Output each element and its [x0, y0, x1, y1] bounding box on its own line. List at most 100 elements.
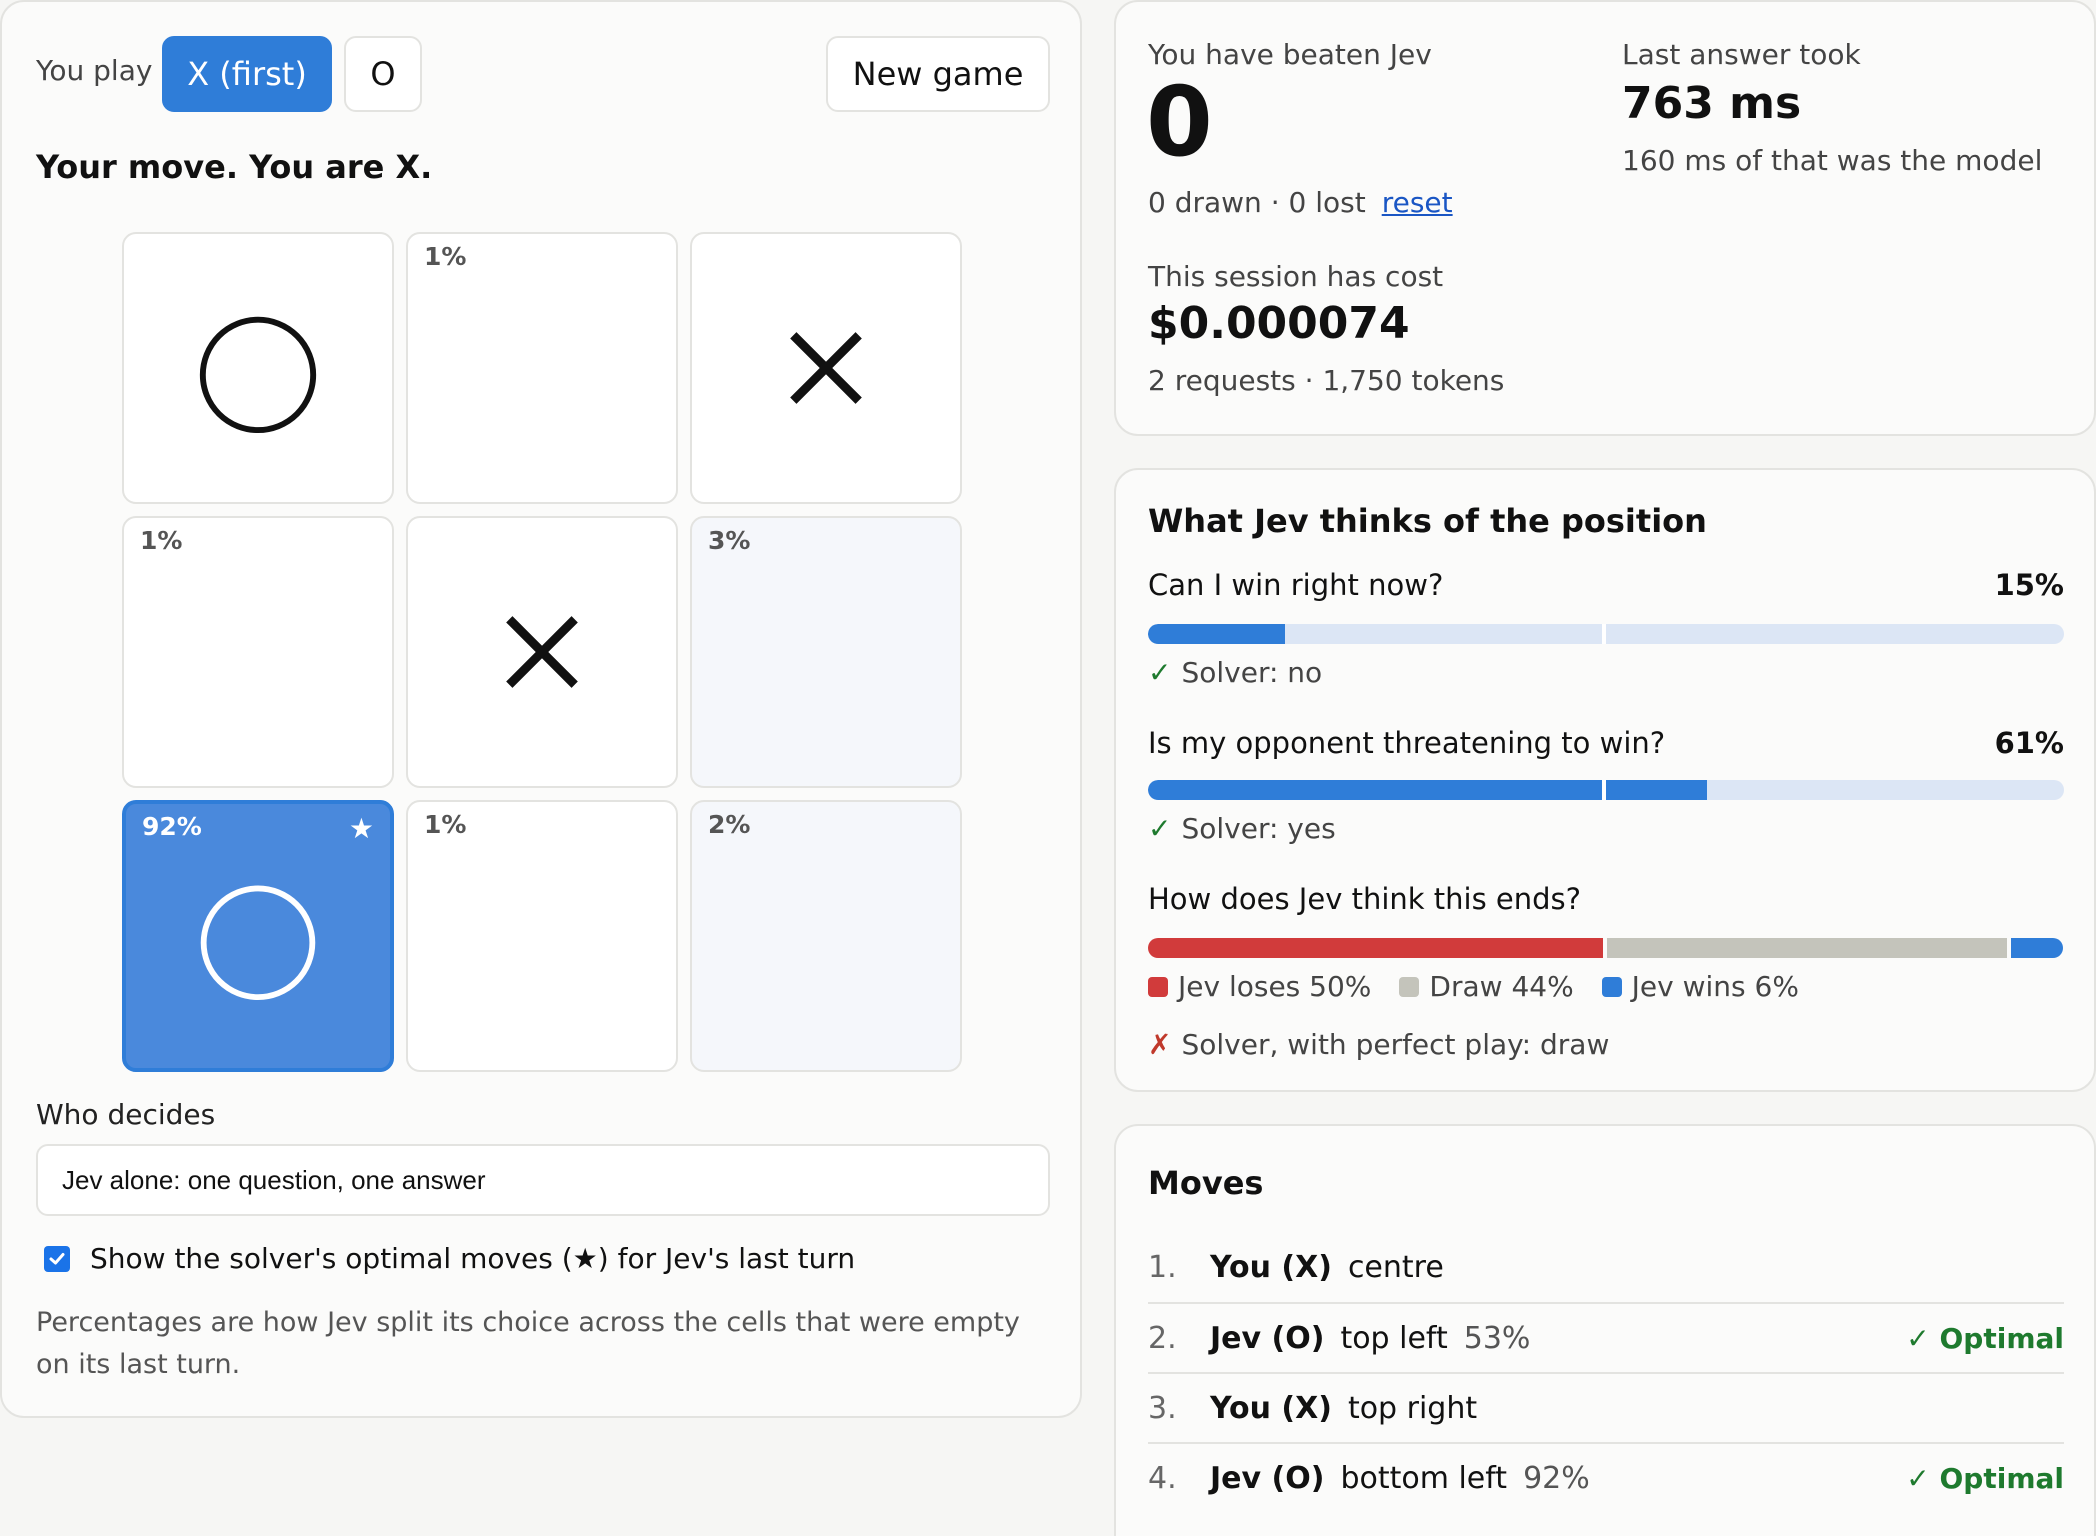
bar-midpoint: [1602, 780, 1606, 800]
cell-top-centre[interactable]: 1%: [406, 232, 678, 504]
move-percent: 92%: [1523, 1460, 1590, 1496]
move-row: 1. You (X) centre: [1148, 1232, 2064, 1302]
legend-loses-label: Jev loses 50%: [1178, 970, 1372, 1003]
you-play-label: You play: [36, 54, 153, 87]
cell-percent: 1%: [424, 242, 467, 271]
cell-middle-left[interactable]: 1%: [122, 516, 394, 788]
threat-percent: 61%: [1994, 726, 2064, 760]
win-now-row: Can I win right now? 15%: [1148, 568, 2064, 602]
show-optimal-row[interactable]: Show the solver's optimal moves (★) for …: [44, 1242, 855, 1275]
checkmark-icon: [49, 1252, 65, 1264]
optimal-badge: ✓ Optimal: [1906, 1461, 2064, 1495]
outcome-legend: Jev loses 50% Draw 44% Jev wins 6%: [1148, 970, 1799, 1003]
outcome-draw-segment: [1607, 938, 2008, 958]
cell-bottom-left[interactable]: 92% ★: [122, 800, 394, 1072]
win-now-question: Can I win right now?: [1148, 568, 1444, 602]
win-now-bar: [1148, 624, 2064, 644]
o-mark-icon: [199, 316, 317, 434]
o-mark-icon: [200, 885, 316, 1001]
game-panel: You play X (first) O New game Your move.…: [0, 0, 1082, 1418]
win-now-bar-fill: [1148, 624, 1286, 644]
ends-solver: ✗ Solver, with perfect play: draw: [1148, 1028, 1609, 1061]
move-player: Jev (O): [1210, 1320, 1325, 1356]
play-x-button[interactable]: X (first): [162, 36, 332, 112]
threat-solver-text: Solver: yes: [1181, 812, 1336, 845]
move-number: 3.: [1148, 1390, 1177, 1426]
who-decides-select[interactable]: Jev alone: one question, one answer: [36, 1144, 1050, 1216]
win-now-solver: ✓ Solver: no: [1148, 656, 1322, 689]
loses-swatch: [1148, 976, 1168, 997]
outcome-bar: [1148, 938, 2064, 958]
move-player: You (X): [1210, 1249, 1332, 1285]
win-now-solver-text: Solver: no: [1181, 656, 1323, 689]
cell-percent: 2%: [708, 810, 751, 839]
cell-bottom-right[interactable]: 2%: [690, 800, 962, 1072]
draw-swatch: [1399, 976, 1420, 997]
cross-icon: ✗: [1148, 1028, 1172, 1061]
moves-title: Moves: [1148, 1164, 1264, 1202]
move-row: 4. Jev (O) bottom left 92% ✓ Optimal: [1148, 1442, 2064, 1512]
cell-percent: 1%: [424, 810, 467, 839]
stats-panel: You have beaten Jev 0 0 drawn · 0 lost re…: [1114, 0, 2096, 436]
threat-question: Is my opponent threatening to win?: [1148, 726, 1666, 760]
threat-solver: ✓ Solver: yes: [1148, 812, 1336, 845]
who-decides-label: Who decides: [36, 1098, 216, 1131]
turn-status: Your move. You are X.: [36, 148, 433, 186]
session-usage: 2 requests · 1,750 tokens: [1148, 364, 1505, 397]
game-board: 1% 1% 3% 92% ★ 1% 2%: [122, 232, 962, 1072]
legend-draw-label: Draw 44%: [1429, 970, 1574, 1003]
move-player: Jev (O): [1210, 1460, 1325, 1496]
play-o-button[interactable]: O: [344, 36, 422, 112]
ends-solver-text: Solver, with perfect play: draw: [1181, 1028, 1610, 1061]
check-icon: ✓: [1148, 812, 1172, 845]
position-title: What Jev thinks of the position: [1148, 502, 1707, 540]
legend-wins: Jev wins 6%: [1601, 970, 1799, 1003]
threat-bar-fill: [1148, 780, 1707, 800]
move-row: 2. Jev (O) top left 53% ✓ Optimal: [1148, 1302, 2064, 1372]
beaten-count: 0: [1146, 66, 1213, 178]
session-cost-value: $0.000074: [1148, 298, 1410, 349]
new-game-button[interactable]: New game: [826, 36, 1050, 112]
cell-middle-right[interactable]: 3%: [690, 516, 962, 788]
move-player: You (X): [1210, 1390, 1332, 1426]
move-number: 4.: [1148, 1460, 1177, 1496]
record-line: 0 drawn · 0 lost reset: [1148, 186, 1453, 219]
reset-link[interactable]: reset: [1382, 186, 1453, 219]
cell-top-left[interactable]: [122, 232, 394, 504]
move-number: 1.: [1148, 1249, 1177, 1285]
move-cell: top left: [1340, 1320, 1448, 1356]
threat-bar: [1148, 780, 2064, 800]
last-answer-label: Last answer took: [1622, 38, 1861, 71]
session-cost-label: This session has cost: [1148, 260, 1444, 293]
move-cell: top right: [1347, 1390, 1478, 1426]
wins-swatch: [1601, 976, 1622, 997]
optimal-badge: ✓ Optimal: [1906, 1321, 2064, 1355]
ends-question: How does Jev think this ends?: [1148, 882, 1582, 916]
x-mark-icon: [506, 616, 578, 688]
show-optimal-label: Show the solver's optimal moves (★) for …: [90, 1242, 856, 1275]
legend-draw: Draw 44%: [1399, 970, 1574, 1003]
model-time-note: 160 ms of that was the model: [1622, 144, 2043, 177]
outcome-loses-segment: [1148, 938, 1603, 958]
outcome-wins-segment: [2011, 938, 2063, 958]
cell-percent: 3%: [708, 526, 751, 555]
move-row: 3. You (X) top right: [1148, 1372, 2064, 1442]
cell-top-right[interactable]: [690, 232, 962, 504]
move-percent: 53%: [1463, 1320, 1531, 1356]
win-now-percent: 15%: [1994, 568, 2064, 602]
ends-row: How does Jev think this ends?: [1148, 882, 2064, 916]
last-answer-value: 763 ms: [1622, 78, 1802, 129]
show-optimal-checkbox[interactable]: [44, 1245, 70, 1272]
move-number: 2.: [1148, 1320, 1177, 1356]
moves-panel: Moves 1. You (X) centre 2. Jev (O) top l…: [1114, 1124, 2096, 1536]
cell-percent: 1%: [140, 526, 183, 555]
check-icon: ✓: [1148, 656, 1172, 689]
bar-midpoint: [1602, 624, 1606, 644]
cell-bottom-centre[interactable]: 1%: [406, 800, 678, 1072]
record-text: 0 drawn · 0 lost: [1148, 186, 1366, 219]
move-cell: centre: [1347, 1249, 1444, 1285]
position-panel: What Jev thinks of the position Can I wi…: [1114, 468, 2096, 1092]
move-cell: bottom left: [1340, 1460, 1508, 1496]
cell-centre[interactable]: [406, 516, 678, 788]
x-mark-icon: [790, 332, 862, 404]
